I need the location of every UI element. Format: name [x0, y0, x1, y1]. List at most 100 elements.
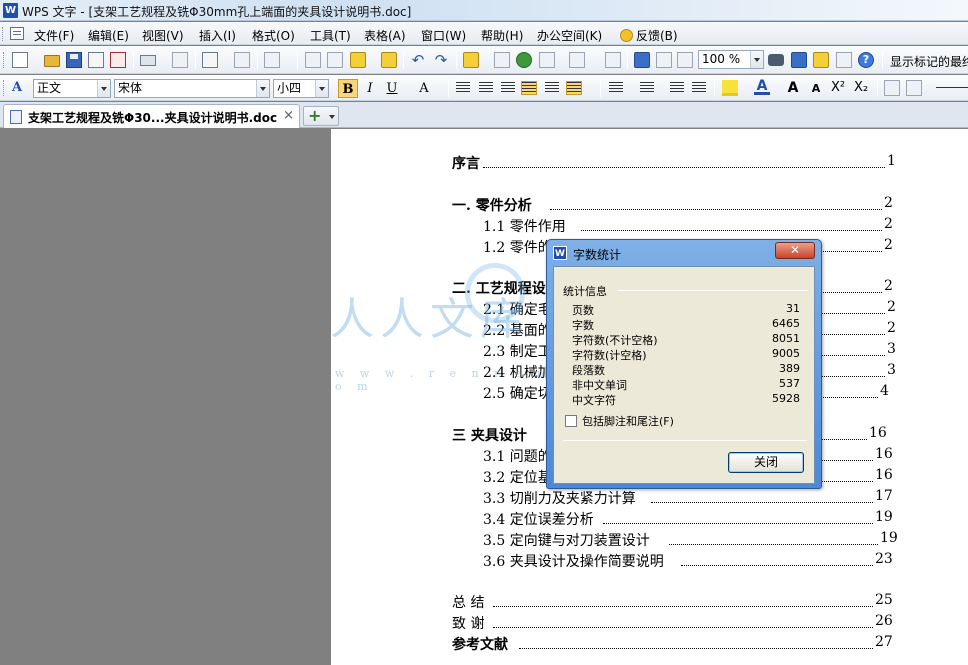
traditional-chinese-icon[interactable] [264, 52, 280, 68]
insert-table-icon[interactable] [463, 52, 479, 68]
highlight-icon[interactable] [722, 80, 738, 96]
save-icon[interactable] [66, 52, 82, 68]
open-folder-icon[interactable] [44, 55, 60, 67]
font-size-select[interactable]: 小四 [273, 79, 329, 98]
include-footnotes-label[interactable]: 包括脚注和尾注(F) [582, 413, 674, 429]
numbering-icon[interactable] [609, 82, 623, 94]
chevron-down-icon[interactable] [256, 80, 269, 97]
show-markup-select[interactable]: 显示标记的最终状态 [890, 53, 968, 70]
close-button[interactable]: 关闭 [728, 452, 804, 473]
shrink-font-icon[interactable]: A [808, 80, 824, 96]
cut-icon[interactable] [327, 52, 343, 68]
toc-leader-dots [651, 489, 873, 503]
decrease-indent-icon[interactable] [670, 82, 684, 94]
chevron-down-icon[interactable] [315, 80, 328, 97]
stat-row: 段落数 389 [572, 362, 800, 377]
frame-icon[interactable] [906, 80, 922, 96]
print-icon[interactable] [140, 55, 156, 66]
subscript-icon[interactable]: X₂ [853, 80, 869, 96]
distribute-icon[interactable] [545, 82, 559, 94]
document-tab[interactable]: 支架工艺规程及铣Φ30...夹具设计说明书.doc × [3, 104, 300, 128]
toolbar-grip[interactable] [3, 52, 6, 68]
grow-font-icon[interactable]: A [785, 80, 801, 96]
spell-check-icon[interactable] [202, 52, 218, 68]
new-doc-icon[interactable] [12, 52, 28, 68]
toc-page-number: 19 [880, 530, 898, 546]
formula-icon[interactable] [494, 52, 510, 68]
table-grid-icon[interactable] [539, 52, 555, 68]
menu-file[interactable]: 文件(F) [34, 27, 74, 44]
skin-icon[interactable] [836, 52, 852, 68]
stat-value: 5928 [772, 392, 800, 405]
dialog-close-icon[interactable]: ✕ [775, 242, 815, 259]
new-tab-button[interactable]: + [303, 106, 339, 126]
toc-entry-text: 3.6 夹具设计及操作简要说明 [483, 554, 664, 570]
toc-page-number: 27 [875, 634, 893, 650]
include-footnotes-checkbox[interactable] [565, 415, 577, 427]
print-preview-icon[interactable] [172, 52, 188, 68]
textbox-icon[interactable] [884, 80, 900, 96]
superscript-icon[interactable]: X² [830, 80, 846, 96]
zoom-icon[interactable] [677, 52, 693, 68]
text-direction-icon[interactable] [605, 52, 621, 68]
find-icon[interactable] [768, 54, 784, 66]
align-right-icon[interactable] [501, 82, 515, 94]
help-icon[interactable]: ? [858, 52, 874, 68]
increase-indent-icon[interactable] [692, 82, 706, 94]
stat-row: 字符数(计空格) 9005 [572, 347, 800, 362]
chevron-down-icon[interactable] [329, 115, 335, 119]
menu-format[interactable]: 格式(O) [252, 27, 295, 44]
drawing-icon[interactable] [634, 52, 650, 68]
hyperlink-icon[interactable] [516, 52, 532, 68]
page-setup-icon[interactable] [234, 52, 250, 68]
font-color-icon[interactable]: A [754, 79, 770, 95]
toc-leader-dots [483, 154, 885, 168]
toolbar-separator [195, 51, 196, 69]
bullets-icon[interactable] [640, 82, 654, 94]
line-spacing-icon[interactable] [566, 81, 582, 95]
style-select[interactable]: 正文 [33, 79, 111, 98]
columns-icon[interactable] [569, 52, 585, 68]
word-count-icon[interactable] [791, 52, 807, 68]
export-pdf-icon[interactable] [110, 52, 126, 68]
toolbar-separator [714, 79, 715, 97]
toc-page-number: 2 [884, 237, 893, 253]
char-format-button[interactable]: A [414, 79, 434, 98]
chevron-down-icon[interactable] [750, 51, 763, 68]
format-painter-icon[interactable] [381, 52, 397, 68]
toolbar-grip[interactable] [3, 80, 6, 96]
styles-pane-icon[interactable]: A [12, 80, 28, 96]
undo-icon[interactable]: ↶ [410, 52, 426, 68]
chevron-down-icon[interactable] [97, 80, 110, 97]
menu-view[interactable]: 视图(V) [142, 27, 184, 44]
menu-tools[interactable]: 工具(T) [310, 27, 351, 44]
align-center-icon[interactable] [479, 82, 493, 94]
toc-page-number: 1 [887, 153, 896, 169]
menu-insert[interactable]: 插入(I) [199, 27, 236, 44]
app-menu-icon[interactable] [10, 27, 24, 40]
redo-icon[interactable]: ↷ [433, 52, 449, 68]
menu-help[interactable]: 帮助(H) [481, 27, 523, 44]
close-tab-icon[interactable]: × [283, 108, 294, 123]
bold-button[interactable]: B [338, 79, 358, 98]
menu-window[interactable]: 窗口(W) [421, 27, 466, 44]
menu-office-space[interactable]: 办公空间(K) [537, 27, 602, 44]
menu-edit[interactable]: 编辑(E) [88, 27, 129, 44]
italic-button[interactable]: I [360, 79, 380, 98]
border-line-icon[interactable] [936, 87, 968, 88]
zoom-select[interactable]: 100 % [698, 50, 764, 69]
align-left-icon[interactable] [456, 82, 470, 94]
menu-table[interactable]: 表格(A) [364, 27, 406, 44]
document-workspace[interactable]: 序言1一. 零件分析21.1 零件作用21.2 零件的工艺分析2二. 工艺规程设… [0, 129, 968, 665]
save-as-icon[interactable] [88, 52, 104, 68]
copy-icon[interactable] [305, 52, 321, 68]
navigation-icon[interactable] [656, 52, 672, 68]
office-space-icon[interactable] [813, 52, 829, 68]
toolbar-separator [403, 51, 404, 69]
paste-icon[interactable] [350, 52, 366, 68]
menu-feedback[interactable]: 反馈(B) [620, 27, 678, 44]
underline-button[interactable]: U [382, 79, 402, 98]
menubar-grip[interactable] [2, 27, 5, 41]
font-select[interactable]: 宋体 [114, 79, 270, 98]
justify-icon[interactable] [521, 81, 537, 95]
